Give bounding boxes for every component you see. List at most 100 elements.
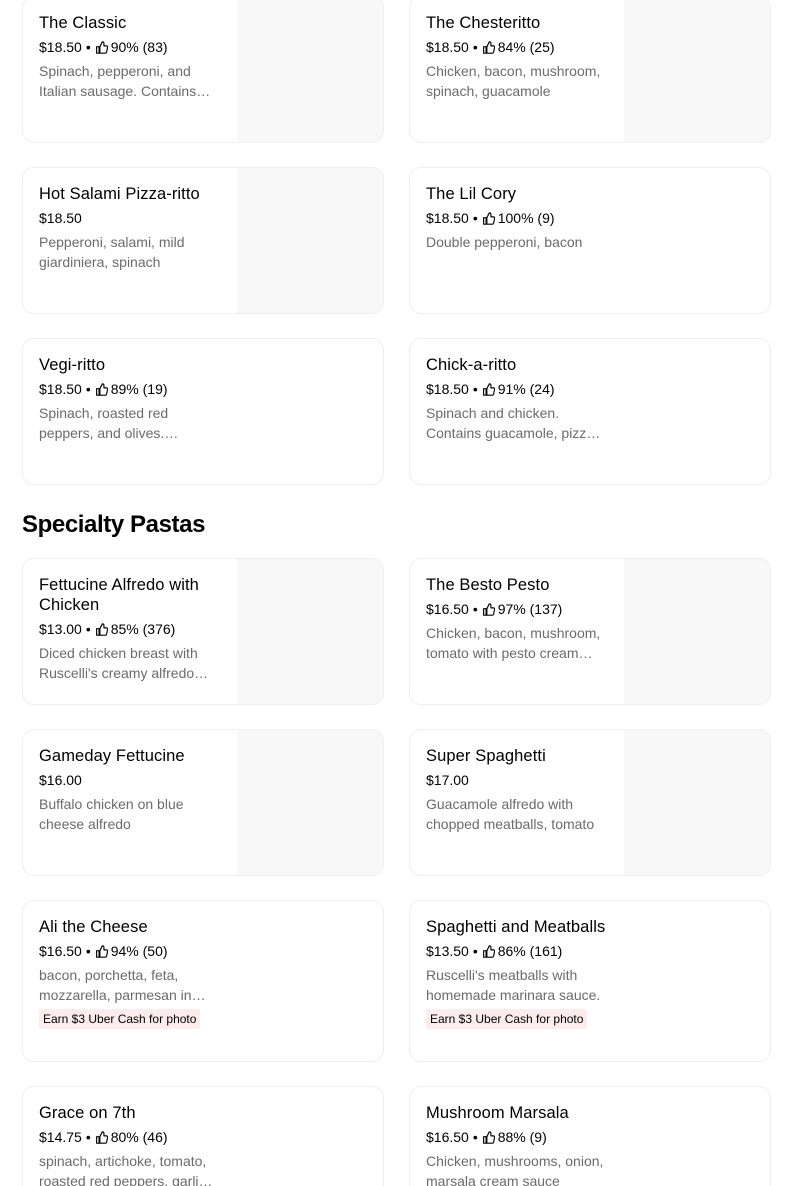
menu-item-card[interactable]: Mushroom Marsala $16.50 • 88% (9) Chicke… bbox=[409, 1086, 771, 1186]
item-description: Chicken, mushrooms, onion, marsala cream… bbox=[426, 1153, 604, 1186]
item-description: Spinach and chicken. Contains guacamole,… bbox=[426, 405, 595, 441]
item-name: Ali the Cheese bbox=[39, 918, 148, 936]
thumbs-up-icon bbox=[95, 40, 108, 54]
menu-item-card[interactable]: Gameday Fettucine $16.00 Buffalo chicken… bbox=[22, 729, 384, 876]
thumbs-up-icon bbox=[95, 1130, 108, 1144]
item-image bbox=[624, 730, 770, 875]
item-meta: $18.50 • 90% (83) bbox=[39, 37, 219, 57]
item-name: Fettucine Alfredo with Chicken bbox=[39, 576, 199, 614]
thumbs-up-icon bbox=[95, 382, 108, 396]
item-description: Chicken, bacon, mushroom, tomato with pe… bbox=[426, 625, 601, 661]
item-price: $13.00 bbox=[39, 621, 82, 637]
thumbs-up-icon bbox=[482, 944, 495, 958]
item-price: $18.50 bbox=[39, 39, 82, 55]
item-price: $18.50 bbox=[39, 210, 82, 226]
item-meta: $18.50 bbox=[39, 208, 219, 228]
menu-grid-burritos: The Classic $18.50 • 90% (83) Spinach, p… bbox=[22, 0, 771, 485]
item-price: $16.50 bbox=[426, 1129, 469, 1145]
item-name: Gameday Fettucine bbox=[39, 747, 185, 765]
item-price: $16.50 bbox=[426, 601, 469, 617]
item-description: spinach, artichoke, tomato, roasted red … bbox=[39, 1153, 207, 1186]
item-description: Diced chicken breast with Ruscelli's cre… bbox=[39, 645, 198, 681]
item-rating: 97% (137) bbox=[497, 601, 563, 617]
thumbs-up-icon bbox=[482, 1130, 495, 1144]
item-meta: $14.75 • 80% (46) bbox=[39, 1127, 219, 1147]
item-price: $18.50 bbox=[426, 381, 469, 397]
item-rating: 85% (376) bbox=[110, 621, 176, 637]
item-description: Guacamole alfredo with chopped meatballs… bbox=[426, 796, 595, 832]
promo-badge[interactable]: Earn $3 Uber Cash for photo bbox=[39, 1009, 201, 1029]
menu-item-card[interactable]: Spaghetti and Meatballs $13.50 • 86% (16… bbox=[409, 900, 771, 1062]
item-image bbox=[237, 730, 383, 875]
menu-item-card[interactable]: The Besto Pesto $16.50 • 97% (137) Chick… bbox=[409, 558, 771, 705]
thumbs-up-icon bbox=[482, 602, 495, 616]
item-meta: $16.00 bbox=[39, 770, 219, 790]
menu-item-card[interactable]: Grace on 7th $14.75 • 80% (46) spinach, … bbox=[22, 1086, 384, 1186]
section-title: Specialty Pastas bbox=[22, 511, 206, 538]
menu-item-card[interactable]: The Classic $18.50 • 90% (83) Spinach, p… bbox=[22, 0, 384, 143]
item-description: Buffalo chicken on blue cheese alfredo bbox=[39, 796, 184, 832]
menu-item-card[interactable]: Vegi-ritto $18.50 • 89% (19) Spinach, ro… bbox=[22, 338, 384, 485]
item-meta: $18.50 • 100% (9) bbox=[426, 208, 606, 228]
menu-page: The Classic $18.50 • 90% (83) Spinach, p… bbox=[0, 0, 804, 1186]
item-name: Hot Salami Pizza-ritto bbox=[39, 185, 200, 203]
item-image bbox=[624, 559, 770, 704]
item-price: $14.75 bbox=[39, 1129, 82, 1145]
item-price: $17.00 bbox=[426, 772, 469, 788]
item-meta: $16.50 • 94% (50) bbox=[39, 941, 219, 961]
item-description: Pepperoni, salami, mild giardiniera, spi… bbox=[39, 234, 185, 270]
menu-item-card[interactable]: The Chesteritto $18.50 • 84% (25) Chicke… bbox=[409, 0, 771, 143]
thumbs-up-icon bbox=[482, 382, 495, 396]
separator-dot: • bbox=[85, 1129, 91, 1145]
item-description: Ruscelli's meatballs with homemade marin… bbox=[426, 967, 601, 1003]
item-name: Super Spaghetti bbox=[426, 747, 546, 765]
item-name: The Chesteritto bbox=[426, 14, 541, 32]
item-name: The Besto Pesto bbox=[426, 576, 550, 594]
separator-dot: • bbox=[85, 943, 91, 959]
item-image bbox=[237, 0, 383, 142]
item-image bbox=[624, 0, 770, 142]
separator-dot: • bbox=[85, 39, 91, 55]
item-description: Chicken, bacon, mushroom, spinach, guaca… bbox=[426, 63, 601, 99]
item-rating: 91% (24) bbox=[497, 381, 555, 397]
item-price: $18.50 bbox=[426, 39, 469, 55]
item-image bbox=[237, 559, 383, 704]
item-meta: $13.50 • 86% (161) bbox=[426, 941, 606, 961]
item-rating: 100% (9) bbox=[497, 210, 555, 226]
menu-item-card[interactable]: Fettucine Alfredo with Chicken $13.00 • … bbox=[22, 558, 384, 705]
menu-item-card[interactable]: Chick-a-ritto $18.50 • 91% (24) Spinach … bbox=[409, 338, 771, 485]
separator-dot: • bbox=[472, 601, 478, 617]
item-meta: $17.00 bbox=[426, 770, 606, 790]
menu-item-card[interactable]: Ali the Cheese $16.50 • 94% (50) bacon, … bbox=[22, 900, 384, 1062]
item-name: Vegi-ritto bbox=[39, 356, 106, 374]
item-name: The Lil Cory bbox=[426, 185, 517, 203]
item-description: Spinach, roasted red peppers, and olives… bbox=[39, 405, 169, 441]
separator-dot: • bbox=[472, 210, 478, 226]
item-meta: $18.50 • 89% (19) bbox=[39, 379, 219, 399]
menu-item-card[interactable]: The Lil Cory $18.50 • 100% (9) Double pe… bbox=[409, 167, 771, 314]
menu-grid-pastas: Fettucine Alfredo with Chicken $13.00 • … bbox=[22, 558, 771, 1186]
separator-dot: • bbox=[472, 1129, 478, 1145]
separator-dot: • bbox=[472, 943, 478, 959]
separator-dot: • bbox=[85, 381, 91, 397]
item-rating: 89% (19) bbox=[110, 381, 168, 397]
item-meta: $18.50 • 91% (24) bbox=[426, 379, 606, 399]
promo-badge[interactable]: Earn $3 Uber Cash for photo bbox=[426, 1009, 588, 1029]
item-price: $18.50 bbox=[39, 381, 82, 397]
item-rating: 88% (9) bbox=[497, 1129, 547, 1145]
item-rating: 84% (25) bbox=[497, 39, 555, 55]
item-price: $13.50 bbox=[426, 943, 469, 959]
item-meta: $16.50 • 97% (137) bbox=[426, 599, 606, 619]
item-price: $16.00 bbox=[39, 772, 82, 788]
separator-dot: • bbox=[85, 621, 91, 637]
menu-item-card[interactable]: Hot Salami Pizza-ritto $18.50 Pepperoni,… bbox=[22, 167, 384, 314]
item-meta: $13.00 • 85% (376) bbox=[39, 619, 219, 639]
separator-dot: • bbox=[472, 39, 478, 55]
item-name: Chick-a-ritto bbox=[426, 356, 517, 374]
thumbs-up-icon bbox=[95, 944, 108, 958]
item-description: Double pepperoni, bacon bbox=[426, 234, 583, 250]
menu-item-card[interactable]: Super Spaghetti $17.00 Guacamole alfredo… bbox=[409, 729, 771, 876]
item-rating: 90% (83) bbox=[110, 39, 168, 55]
item-rating: 80% (46) bbox=[110, 1129, 168, 1145]
item-description: bacon, porchetta, feta, mozzarella, parm… bbox=[39, 967, 192, 1003]
